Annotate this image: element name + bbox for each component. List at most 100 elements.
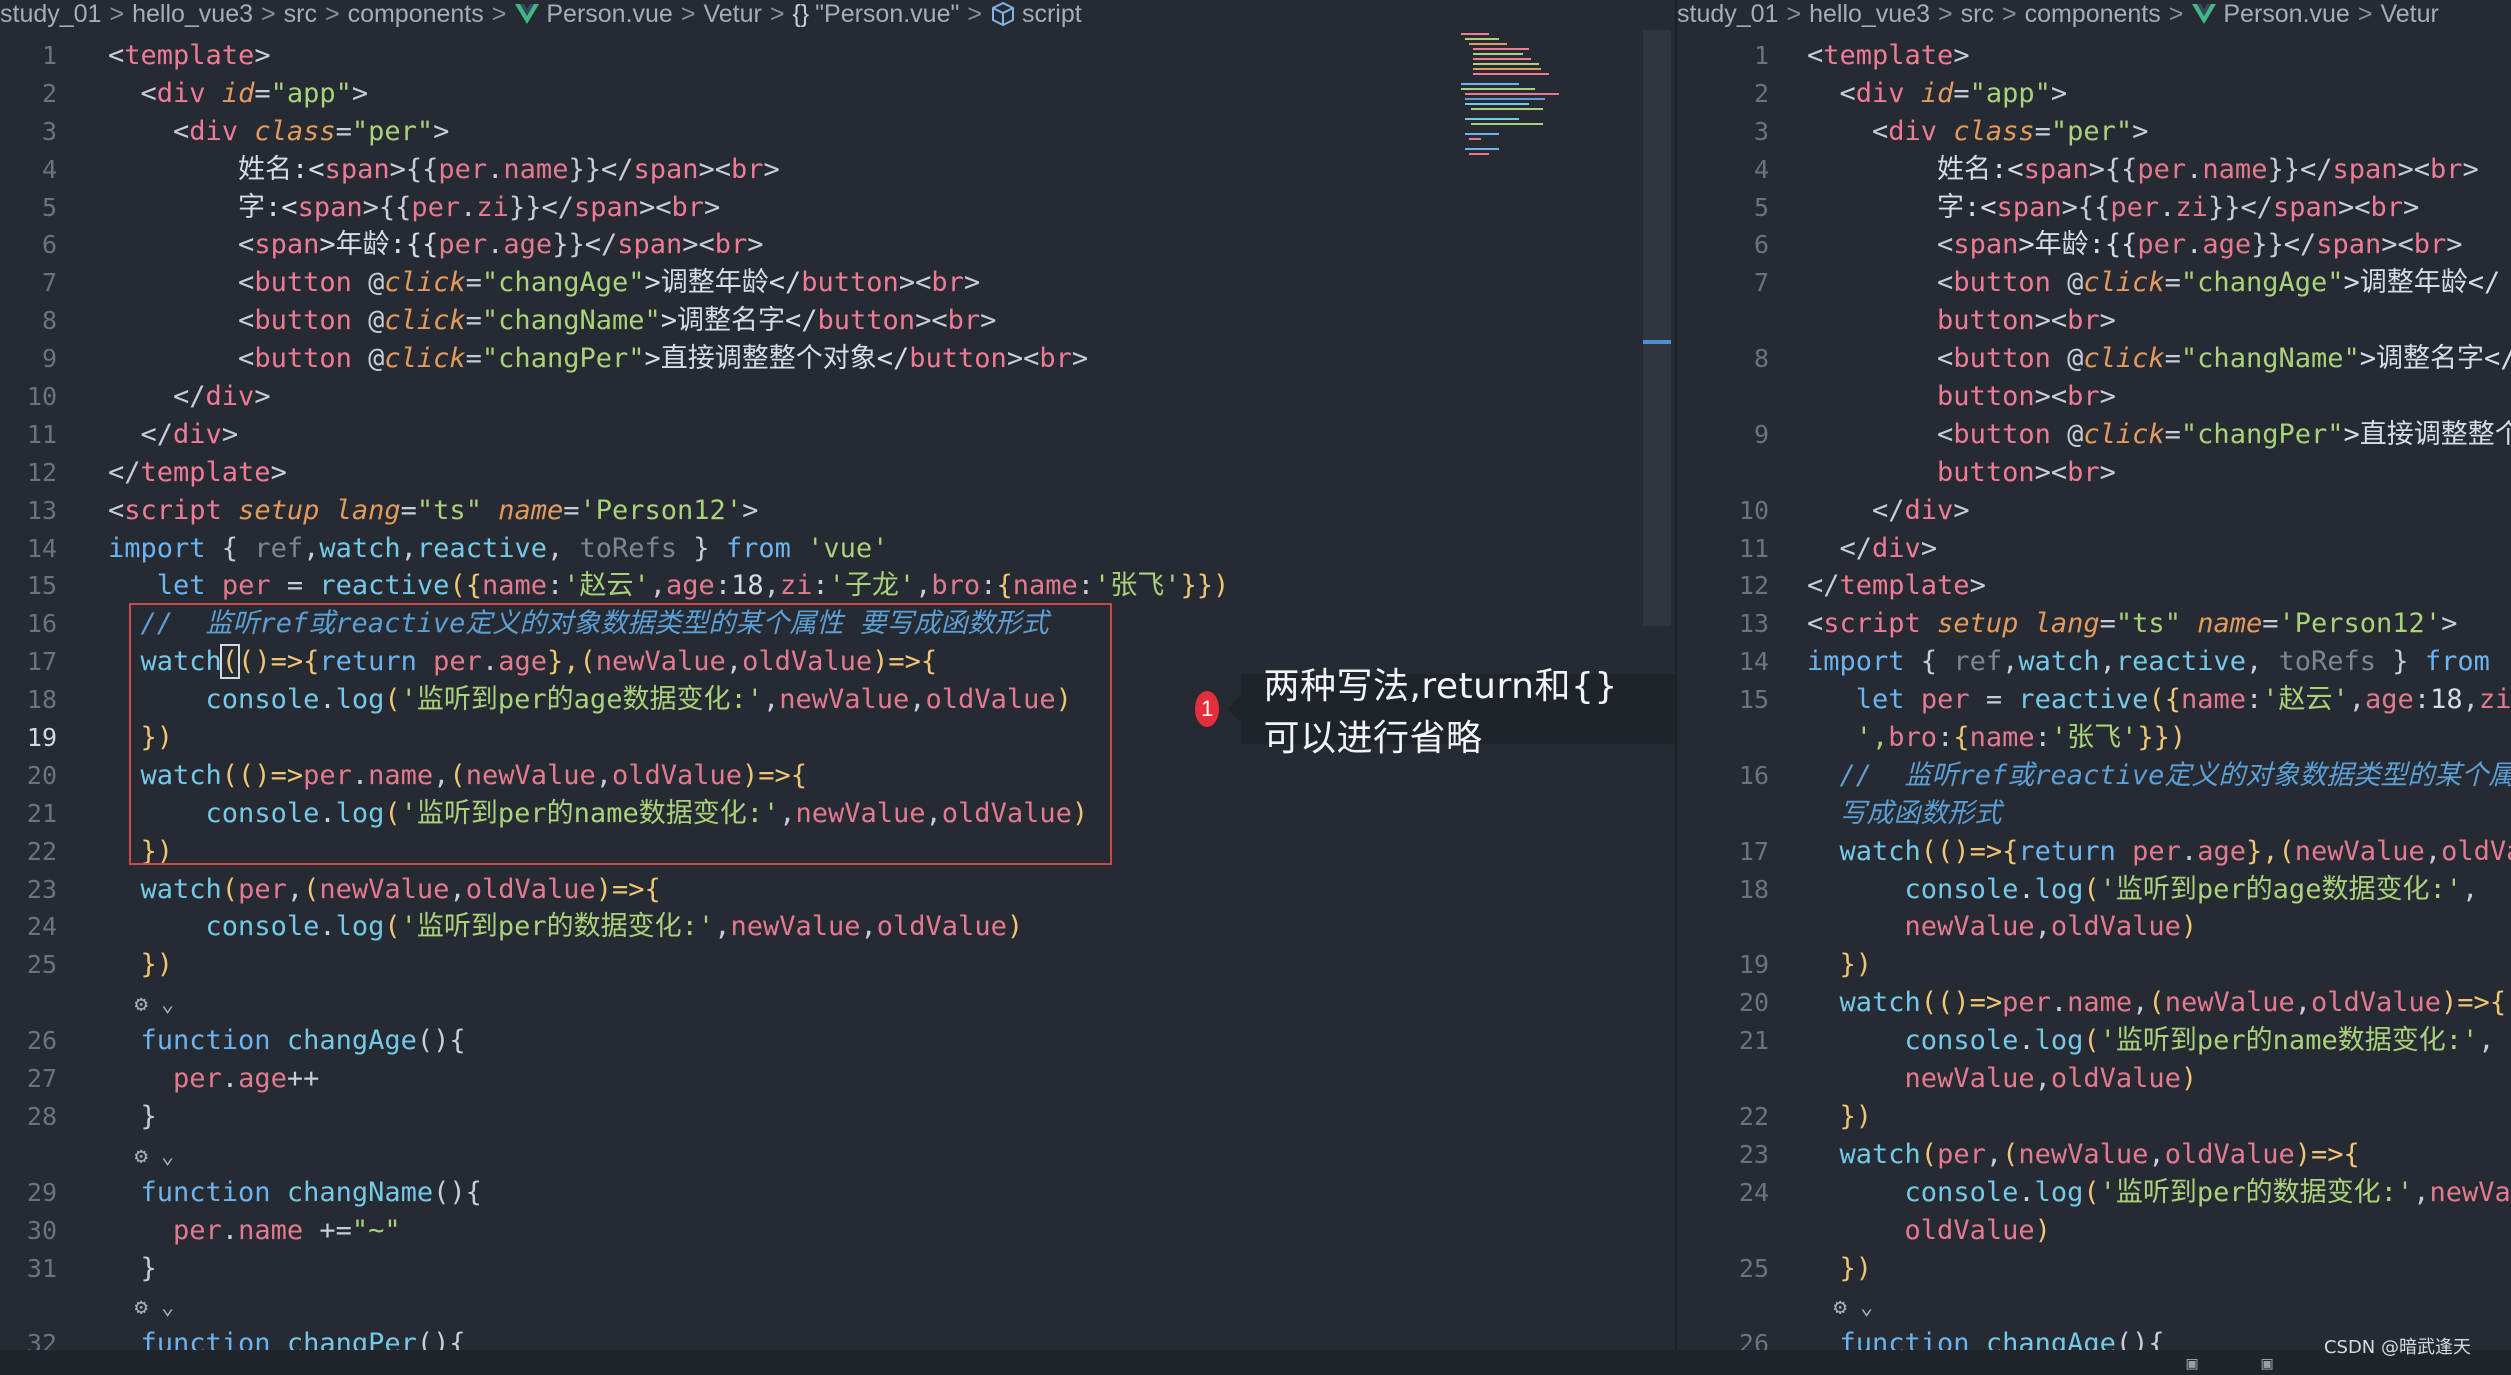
breadcrumb-item[interactable]: Vetur [703,0,761,29]
breadcrumb-item[interactable]: study_01 [0,0,101,29]
code-line[interactable]: 12 </template> [1677,567,2511,605]
code-line[interactable]: 13 <script setup lang="ts" name='Person12… [1677,605,2511,643]
code-token: }}</ [568,153,634,185]
breadcrumb-item[interactable]: components [2025,0,2161,29]
breadcrumb-item[interactable]: study_01 [1677,0,1778,29]
code-line[interactable]: 18 console.log('监听到per的age数据变化:', [1677,871,2511,909]
code-line[interactable]: 30 per.name +="~" [0,1212,1675,1250]
code-line[interactable]: 10 </div> [0,378,1675,416]
code-line[interactable]: 3 <div class="per"> [0,113,1675,151]
codelens-icon[interactable]: ⚙ ⌄ [108,1138,174,1176]
breadcrumb-item[interactable]: src [1961,0,1994,29]
code-line[interactable]: newValue,oldValue) [1677,1060,2511,1098]
code-line[interactable]: 16 // 监听ref或reactive定义的对象数据类型的某个属 [1677,757,2511,795]
codelens-icon[interactable]: ⚙ ⌄ [108,1289,174,1327]
breadcrumb-item[interactable]: hello_vue3 [1809,0,1930,29]
code-line[interactable]: 24 console.log('监听到per的数据变化:',newVal [1677,1174,2511,1212]
codelens-row[interactable]: ⚙ ⌄ [1677,1287,2511,1325]
code-line[interactable]: 8 <button @click="changName">调整名字</ [1677,340,2511,378]
code-line[interactable]: 4 姓名:<span>{{per.name}}</span><br> [0,151,1675,189]
code-text: // 监听ref或reactive定义的对象数据类型的某个属性 要写成函数形式 [108,605,1049,643]
code-line[interactable]: 21 console.log('监听到per的name数据变化:',newVal… [0,795,1675,833]
code-line[interactable]: oldValue) [1677,1212,2511,1250]
breadcrumb-item[interactable]: src [284,0,317,29]
code-line[interactable]: 3 <div class="per"> [1677,113,2511,151]
code-line[interactable]: 20 watch(()=>per.name,(newValue,oldValue… [1677,984,2511,1022]
code-line[interactable]: 17 watch(()=>{return per.age},(newValue,… [1677,833,2511,871]
code-line[interactable]: 20 watch(()=>per.name,(newValue,oldValue… [0,757,1675,795]
code-line[interactable]: 27 per.age++ [0,1060,1675,1098]
code-line[interactable]: 22 }) [0,833,1675,871]
code-line[interactable]: 15 let per = reactive({name:'赵云',age:18,… [0,567,1675,605]
code-line[interactable]: 13 <script setup lang="ts" name='Person12… [0,492,1675,530]
code-token: >调整名字</ [2359,343,2511,375]
codelens-icon[interactable]: ⚙ ⌄ [1807,1289,1873,1327]
code-line[interactable]: 25 }) [1677,1250,2511,1288]
code-line[interactable]: button><br> [1677,378,2511,416]
code-line[interactable]: 19 }) [1677,946,2511,984]
code-line[interactable]: 26 function changAge(){ [0,1022,1675,1060]
code-line[interactable]: 16 // 监听ref或reactive定义的对象数据类型的某个属性 要写成函数… [0,605,1675,643]
code-line[interactable]: button><br> [1677,454,2511,492]
code-line[interactable]: 11 </div> [1677,530,2511,568]
code-line[interactable]: 15 let per = reactive({name:'赵云',age:18,… [1677,681,2511,719]
code-line[interactable]: 31 } [0,1250,1675,1288]
codelens-row[interactable]: ⚙ ⌄ [0,1136,1675,1174]
breadcrumb-item[interactable]: Person.vue [2191,0,2350,29]
code-line[interactable]: 5 字:<span>{{per.zi}}</span><br> [0,189,1675,227]
editor-pane-left[interactable]: study_01 > hello_vue3 > src > components > Perso… [0,0,1675,1375]
code-line[interactable]: 29 function changName(){ [0,1174,1675,1212]
breadcrumb-item[interactable]: components [348,0,484,29]
layout-icon[interactable]: ▣ [2180,1353,2204,1374]
code-line[interactable]: 6 <span>年龄:{{per.age}}</span><br> [0,226,1675,264]
code-token: }}</ [508,191,574,223]
breadcrumb-item[interactable]: Person.vue [514,0,673,29]
code-token: '监听到per的age数据变化:' [400,684,763,716]
code-line[interactable]: 11 </div> [0,416,1675,454]
code-line[interactable]: 9 <button @click="changPer">直接调整整个对 [1677,416,2511,454]
breadcrumb-item[interactable]: Vetur [2380,0,2438,29]
code-line[interactable]: 1 <template> [0,37,1675,75]
codelens-icon[interactable]: ⚙ ⌄ [108,986,174,1024]
code-line[interactable]: 14 import { ref,watch,reactive, toRefs } … [1677,643,2511,681]
code-lines[interactable]: 1 <template> 2 <div id="app"> 3 <div class=… [1677,37,2511,1363]
code-line[interactable]: 23 watch(per,(newValue,oldValue)=>{ [0,871,1675,909]
code-line[interactable]: 5 字:<span>{{per.zi}}</span><br> [1677,189,2511,227]
vertical-scrollbar[interactable] [1643,30,1671,626]
code-line[interactable]: newValue,oldValue) [1677,908,2511,946]
code-line[interactable]: 7 <button @click="changAge">调整年龄</ [1677,264,2511,302]
codelens-row[interactable]: ⚙ ⌄ [0,1287,1675,1325]
code-line[interactable]: 8 <button @click="changName">调整名字</butto… [0,302,1675,340]
code-line[interactable]: 10 </div> [1677,492,2511,530]
code-token: button [254,267,352,299]
breadcrumb-label: Vetur [703,0,762,28]
breadcrumb-item[interactable]: {} "Person.vue" [792,0,959,29]
code-line[interactable]: 22 }) [1677,1098,2511,1136]
code-line[interactable]: 1 <template> [1677,37,2511,75]
minimap[interactable] [1459,30,1609,190]
code-line[interactable]: 7 <button @click="changAge">调整年龄</button… [0,264,1675,302]
code-line[interactable]: 写成函数形式 [1677,795,2511,833]
line-number: 10 [1738,495,1769,525]
layout-icon[interactable]: ▣ [2255,1353,2279,1374]
code-line[interactable]: 12 </template> [0,454,1675,492]
code-line[interactable]: ',bro:{name:'张飞'}}) [1677,719,2511,757]
code-line[interactable]: 24 console.log('监听到per的数据变化:',newValue,o… [0,908,1675,946]
editor-pane-right[interactable]: study_01 > hello_vue3 > src > components > Perso… [1677,0,2511,1375]
codelens-row[interactable]: ⚙ ⌄ [0,984,1675,1022]
code-line[interactable]: 14 import { ref,watch,reactive, toRefs } … [0,530,1675,568]
code-line[interactable]: 4 姓名:<span>{{per.name}}</span><br> [1677,151,2511,189]
code-line[interactable]: 21 console.log('监听到per的name数据变化:', [1677,1022,2511,1060]
code-line[interactable]: 9 <button @click="changPer">直接调整整个对象</bu… [0,340,1675,378]
code-line[interactable]: 25 }) [0,946,1675,984]
code-line[interactable]: 23 watch(per,(newValue,oldValue)=>{ [1677,1136,2511,1174]
code-line[interactable]: 2 <div id="app"> [0,75,1675,113]
breadcrumb-item[interactable]: script [990,0,1082,29]
code-line[interactable]: 6 <span>年龄:{{per.age}}</span><br> [1677,226,2511,264]
breadcrumb-item[interactable]: hello_vue3 [132,0,253,29]
code-line[interactable]: 28 } [0,1098,1675,1136]
code-line[interactable]: button><br> [1677,302,2511,340]
code-token: @ [2050,267,2084,299]
code-line[interactable]: 2 <div id="app"> [1677,75,2511,113]
